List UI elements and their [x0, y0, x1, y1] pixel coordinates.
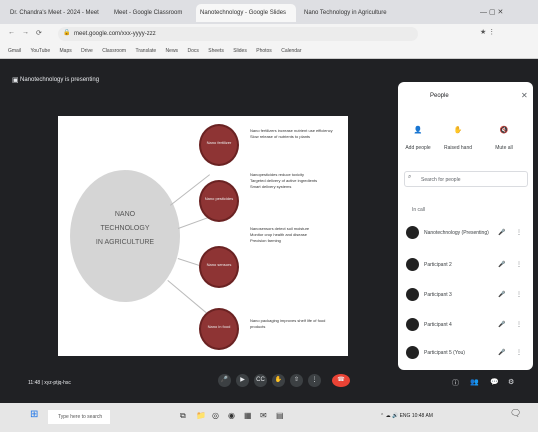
node-circle: Nano in food	[199, 308, 239, 350]
participant-name: Participant 3	[424, 292, 452, 298]
participant-name: Nanotechnology (Presenting)	[424, 230, 489, 236]
bookmark[interactable]: YouTube	[30, 44, 50, 58]
section-label: In call	[412, 207, 426, 213]
end-call-icon[interactable]: ☎	[332, 374, 350, 387]
mic-off-icon[interactable]: 🎤	[498, 291, 505, 298]
bullet-text: Smart delivery systems	[250, 184, 292, 189]
bookmark[interactable]: Classroom	[102, 44, 126, 58]
present-icon: ▣	[12, 77, 19, 84]
more-icon[interactable]: ⋮	[516, 261, 522, 268]
mic-off-icon[interactable]: 🎤	[498, 321, 505, 328]
bookmark[interactable]: Drive	[81, 44, 93, 58]
more-icon[interactable]: ⋮	[516, 349, 522, 356]
close-icon[interactable]: ✕	[521, 91, 528, 100]
windows-start-icon[interactable]: ⊞	[30, 409, 38, 420]
mail-icon[interactable]: ✉	[260, 411, 267, 420]
more-icon[interactable]: ⋮	[516, 321, 522, 328]
activities-icon[interactable]: ⚙	[508, 378, 514, 386]
people-search-input[interactable]: Search for people	[404, 171, 528, 187]
present-icon[interactable]: ⇧	[290, 374, 303, 387]
bookmark[interactable]: Sheets	[208, 44, 224, 58]
bookmark[interactable]: Translate	[135, 44, 156, 58]
info-icon[interactable]: ⓘ	[452, 378, 459, 388]
notification-icon[interactable]: 🗨	[510, 408, 521, 419]
node-circle: Nano sensors	[199, 246, 239, 288]
task-view-icon[interactable]: ⧉	[180, 411, 186, 421]
search-icon: ⌕	[408, 174, 412, 180]
action-label: Add people	[405, 145, 431, 151]
avatar	[406, 288, 419, 301]
hand-icon[interactable]: ✋	[444, 126, 472, 134]
bookmark[interactable]: News	[166, 44, 179, 58]
avatar	[406, 318, 419, 331]
chrome-icon[interactable]: ◉	[228, 411, 235, 420]
browser-icon[interactable]: ◎	[212, 411, 219, 420]
topic-text: NANO TECHNOLOGY IN AGRICULTURE	[95, 211, 155, 246]
avatar	[406, 226, 419, 239]
mic-off-icon[interactable]: 🎤	[498, 261, 505, 268]
hand-icon[interactable]: ✋	[272, 374, 285, 387]
store-icon[interactable]: ▦	[244, 411, 252, 420]
avatar	[406, 346, 419, 359]
lock-icon: 🔒	[63, 30, 71, 36]
bookmarks-bar: Gmail YouTube Maps Drive Classroom Trans…	[0, 44, 538, 59]
participant-name: Participant 2	[424, 262, 452, 268]
bullet-group: Nanosensors detect soil moisture Monitor…	[250, 226, 338, 244]
presenter-title: Nanotechnology is presenting	[20, 77, 100, 83]
mic-icon[interactable]: 🎤	[218, 374, 231, 387]
captions-icon[interactable]: CC	[254, 374, 267, 387]
avatar	[406, 258, 419, 271]
more-icon[interactable]: ⋮	[516, 229, 522, 236]
meeting-time: 11:48 | xyz-ptjq-hsc	[28, 380, 71, 386]
more-icon[interactable]: ⋮	[516, 291, 522, 298]
action-label: Mute all	[495, 145, 513, 151]
nav-forward-icon[interactable]: →	[22, 29, 29, 36]
bookmark[interactable]: Gmail	[8, 44, 21, 58]
chat-icon[interactable]: 💬	[490, 378, 499, 386]
nav-back-icon[interactable]: ←	[8, 29, 15, 36]
bullet-group: Nano packaging improves shelf life of fo…	[250, 318, 338, 330]
people-icon[interactable]: 👥	[470, 378, 479, 386]
system-tray: ⌃ ☁ 🔊 ENG 10:48 AM	[380, 413, 433, 419]
bullet-group: Nanopesticides reduce toxicity Targeted …	[250, 172, 338, 190]
bullet-text: Precision farming	[250, 238, 281, 243]
mic-off-icon[interactable]: 🎤	[498, 349, 505, 356]
node-circle: Nano fertilizer	[199, 124, 239, 166]
browser-tab[interactable]: Meet - Google Classroom	[110, 4, 190, 22]
mute-icon[interactable]: 🔇	[490, 126, 518, 134]
extensions-icon[interactable]: ★ ⋮	[480, 28, 495, 36]
folder-icon[interactable]: 📁	[196, 411, 206, 420]
bookmark[interactable]: Maps	[60, 44, 72, 58]
participant-name: Participant 5 (You)	[424, 350, 465, 356]
mic-icon[interactable]: 🎤	[498, 229, 505, 236]
bullet-group: Nano fertilizers increase nutrient use e…	[250, 128, 338, 140]
window-controls[interactable]: — ▢ ✕	[480, 8, 503, 16]
app-icon[interactable]: ▤	[276, 411, 284, 420]
bullet-text: Nano packaging improves shelf life of fo…	[250, 318, 326, 329]
bookmark[interactable]: Docs	[187, 44, 198, 58]
node-circle: Nano pesticides	[199, 180, 239, 222]
participant-name: Participant 4	[424, 322, 452, 328]
bookmark[interactable]: Slides	[233, 44, 247, 58]
action-label: Raised hand	[443, 145, 473, 151]
browser-tab-active[interactable]: Nanotechnology - Google Slides	[196, 4, 296, 22]
address-bar[interactable]: meet.google.com/xxx-yyyy-zzz	[58, 27, 418, 41]
browser-tab[interactable]: Nano Technology in Agriculture	[300, 4, 400, 22]
panel-title: People	[430, 93, 449, 99]
reload-icon[interactable]: ⟳	[36, 29, 42, 37]
bookmark[interactable]: Photos	[256, 44, 272, 58]
add-person-icon[interactable]: 👤	[404, 126, 432, 134]
bullet-text: Slow release of nutrients to plants	[250, 134, 311, 139]
taskbar-search-input[interactable]: Type here to search	[48, 410, 110, 424]
browser-tab[interactable]: Dr. Chandra's Meet - 2024 - Meet	[6, 4, 106, 22]
camera-icon[interactable]: ▶	[236, 374, 249, 387]
bookmark[interactable]: Calendar	[281, 44, 301, 58]
more-icon[interactable]: ⋮	[308, 374, 321, 387]
